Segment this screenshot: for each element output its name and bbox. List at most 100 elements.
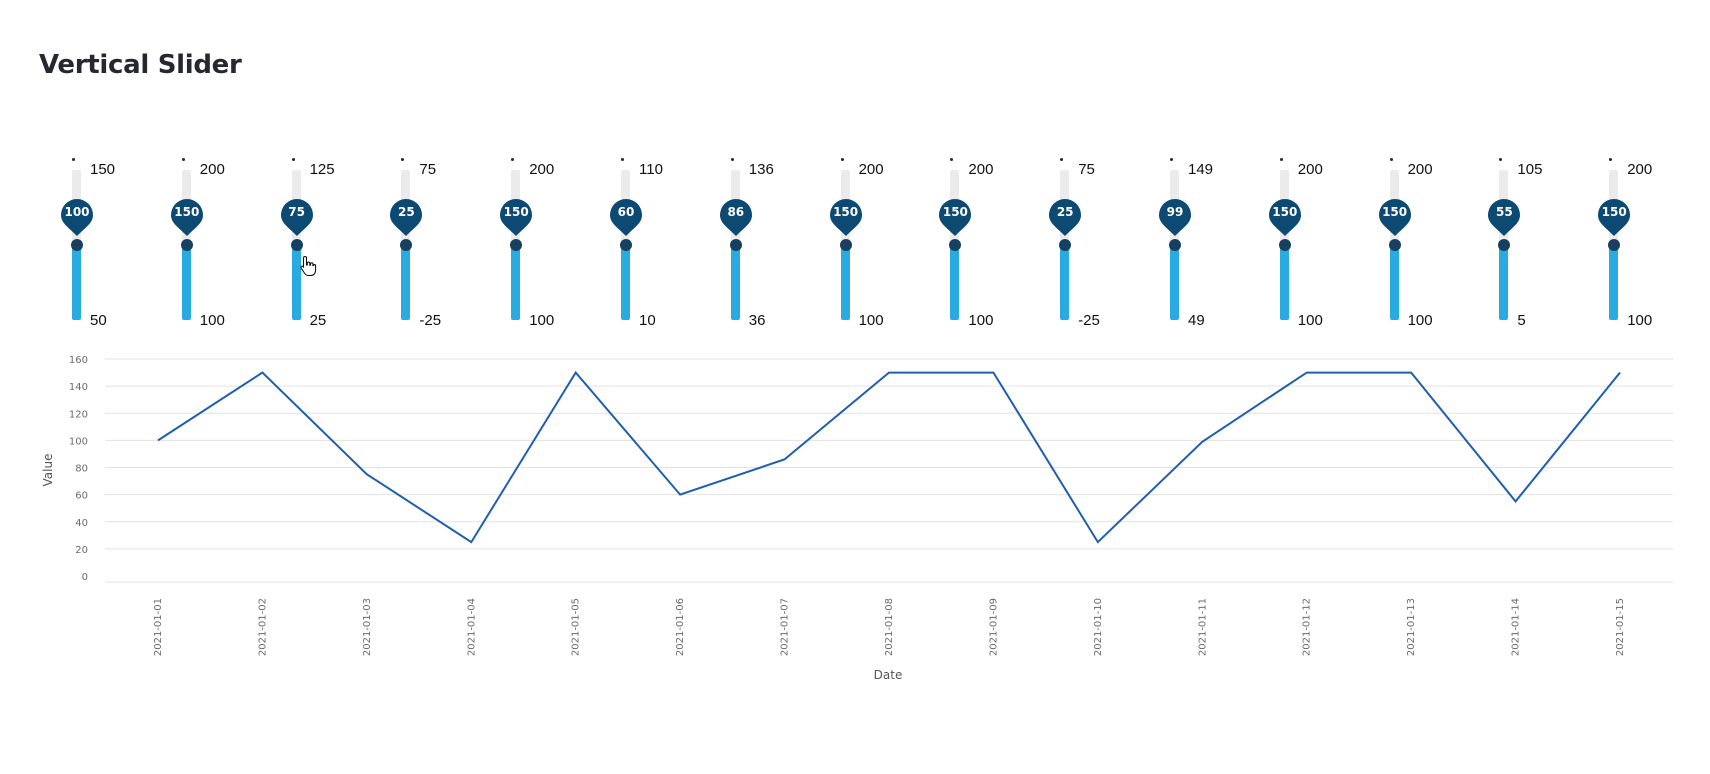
slider-value-label: 25 [1056,205,1074,219]
slider-value-pin: 150 [829,198,863,236]
vertical-slider[interactable]: 25 75 -25 [372,150,452,330]
vertical-slider[interactable]: 25 75 -25 [1031,150,1111,330]
slider-max-label: 200 [1407,161,1433,178]
slider-max-label: 200 [1297,161,1323,178]
slider-handle[interactable] [510,239,523,251]
x-tick-label: 2021-01-08 [884,598,895,656]
vertical-slider[interactable]: 99 149 49 [1141,150,1221,330]
y-tick-label: 60 [75,491,88,502]
slider-handle[interactable] [1059,239,1072,251]
slider-handle[interactable] [839,239,852,251]
series-line [157,370,1621,544]
slider-max-label: 105 [1517,161,1543,178]
vertical-slider[interactable]: 150 200 100 [1361,150,1441,330]
slider-fill [1060,245,1070,320]
x-tick-label: 2021-01-06 [675,598,686,656]
slider-handle[interactable] [949,239,962,251]
slider-max-label: 149 [1188,161,1214,178]
vertical-slider[interactable]: 150 200 100 [812,150,892,330]
slider-fill [511,245,521,320]
slider-fill [1279,245,1289,320]
y-tick-label: 40 [75,518,88,529]
slider-fill [1389,245,1399,320]
slider-value-label: 150 [503,205,529,219]
x-tick-label: 2021-01-03 [362,598,373,656]
slider-handle[interactable] [1498,239,1511,251]
slider-min-label: 25 [309,312,327,329]
slider-max-label: 200 [199,161,225,178]
slider-handle[interactable] [71,239,83,251]
slider-value-pin: 75 [280,198,314,236]
vertical-slider[interactable]: 55 105 5 [1470,150,1550,330]
slider-min-label: 100 [1627,312,1653,329]
slider-min-label: 100 [1407,312,1433,329]
slider-value-label: 75 [288,205,305,219]
slider-top-marker [1389,158,1393,161]
slider-handle[interactable] [290,239,303,251]
slider-top-marker [1609,158,1613,161]
slider-value-label: 25 [398,205,415,219]
x-tick-label: 2021-01-05 [571,598,582,656]
slider-top-marker [1279,158,1283,161]
vertical-slider[interactable]: 100 150 50 [43,150,123,330]
vertical-slider[interactable]: 75 125 25 [263,150,343,330]
slider-top-marker [511,158,515,161]
page-title: Vertical Slider [39,50,242,80]
slider-handle[interactable] [1278,239,1291,251]
slider-fill [950,245,960,320]
slider-top-marker [730,158,734,161]
slider-min-label: 100 [529,312,555,329]
slider-top-marker [1170,158,1173,161]
slider-min-label: 100 [199,312,225,329]
slider-max-label: 125 [309,161,335,178]
slider-value-pin: 100 [60,198,94,236]
slider-value-label: 150 [1601,205,1627,219]
slider-fill [401,245,411,320]
slider-value-pin: 55 [1487,198,1521,236]
slider-value-label: 99 [1166,205,1184,219]
slider-handle[interactable] [1388,239,1401,251]
vertical-slider[interactable]: 150 200 100 [482,150,562,330]
slider-max-label: 200 [1627,161,1653,178]
slider-value-label: 60 [617,205,635,219]
x-tick-label: 2021-01-15 [1615,598,1626,656]
slider-top-marker [950,158,954,161]
x-axis-title: Date [874,668,903,682]
slider-value-label: 150 [1382,205,1408,219]
x-tick-label: 2021-01-14 [1511,598,1522,656]
vertical-slider[interactable]: 150 200 100 [921,150,1001,330]
slider-min-label: -25 [1078,312,1100,329]
slider-max-label: 150 [90,161,116,178]
vertical-slider[interactable]: 150 200 100 [153,150,233,330]
slider-min-label: 50 [90,312,107,329]
y-tick-label: 120 [69,409,88,420]
slider-max-label: 136 [748,161,774,178]
slider-handle[interactable] [729,239,742,251]
slider-min-label: 100 [968,312,994,329]
hand-pointer-cursor-icon [300,255,317,277]
vertical-slider[interactable]: 60 110 10 [592,150,672,330]
slider-fill [730,245,740,320]
y-axis-title: Value [41,454,55,487]
slider-value-label: 100 [64,205,90,219]
slider-handle[interactable] [180,239,193,251]
slider-handle[interactable] [400,239,413,251]
x-tick-label: 2021-01-02 [257,598,268,656]
slider-value-label: 55 [1496,205,1513,219]
slider-max-label: 110 [639,161,663,178]
slider-fill [621,245,630,320]
slider-top-marker [1060,158,1064,161]
slider-value-pin: 25 [1048,198,1082,236]
vertical-slider[interactable]: 150 200 100 [1580,150,1660,330]
vertical-slider[interactable]: 86 136 36 [702,150,782,330]
x-axis-ticks: 2021-01-01 2021-01-02 2021-01-03 2021-01-04… [153,598,1626,656]
slider-top-marker [291,158,295,161]
slider-handle[interactable] [620,239,632,251]
vertical-slider[interactable]: 150 200 100 [1251,150,1331,330]
slider-fill [1609,245,1619,320]
slider-fill [181,245,191,320]
slider-fill [840,245,850,320]
slider-handle[interactable] [1608,239,1621,251]
slider-handle[interactable] [1169,239,1181,251]
slider-value-pin: 150 [499,198,533,236]
